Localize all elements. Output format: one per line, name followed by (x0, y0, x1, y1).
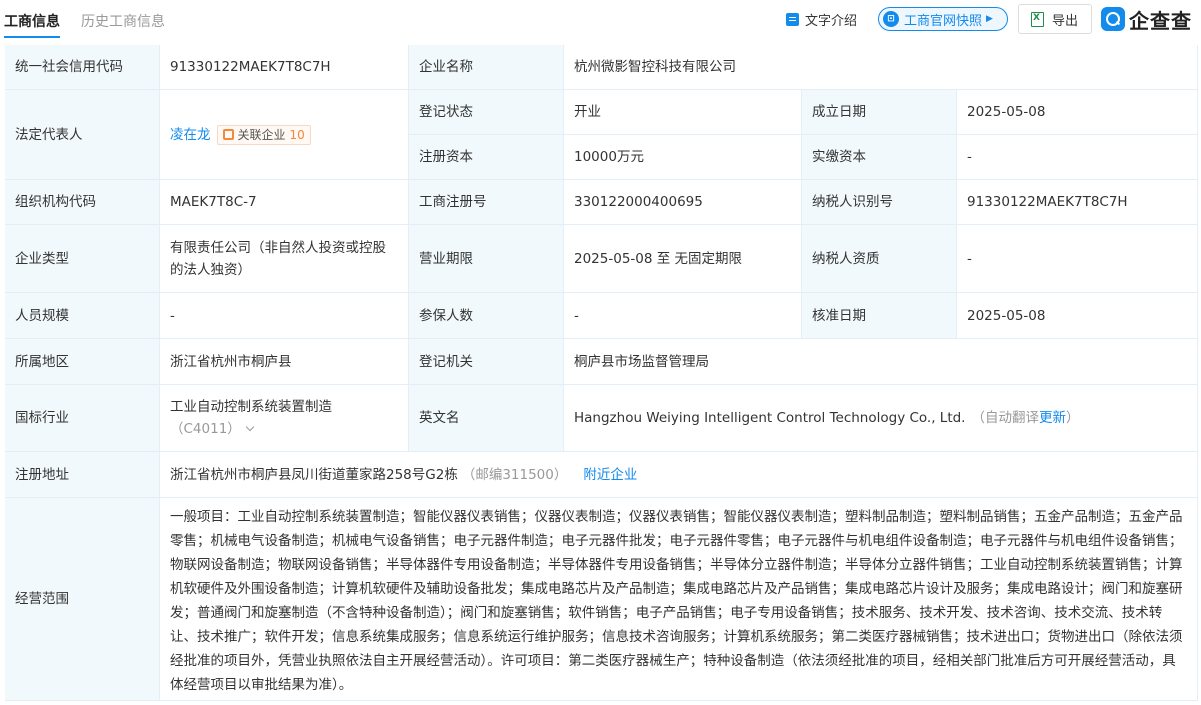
value-reg-no[interactable]: 330122000400695 (564, 180, 802, 225)
auto-translate-label: （自动翻译 (971, 410, 1039, 426)
auto-translate-note: （自动翻译更新） (971, 407, 1079, 429)
chevron-right-icon: ▶ (986, 14, 993, 24)
value-insured: - (564, 293, 802, 339)
export-button[interactable]: 导出 (1018, 4, 1092, 34)
value-org-code[interactable]: MAEK7T8C-7 (160, 180, 409, 225)
qichacha-logo-icon (1101, 7, 1125, 31)
value-reg-capital: 10000万元 (564, 135, 802, 180)
logo-text: 企查查 (1129, 8, 1192, 33)
label-org-code: 组织机构代码 (5, 180, 160, 225)
label-est-date: 成立日期 (802, 90, 957, 135)
tab-business-info[interactable]: 工商信息 (4, 11, 60, 38)
industry-code: （C4011） (170, 421, 241, 437)
value-taxpayer-qual: - (957, 225, 1198, 293)
value-credit-code[interactable]: 91330122MAEK7T8C7H (160, 45, 409, 90)
address-text[interactable]: 浙江省杭州市桐庐县凤川街道董家路258号G2栋 (170, 464, 458, 486)
related-companies-badge[interactable]: 关联企业 10 (216, 124, 311, 145)
value-region: 浙江省杭州市桐庐县 (160, 339, 409, 385)
value-staff-size: - (160, 293, 409, 339)
related-companies-icon (222, 129, 234, 140)
label-credit-code: 统一社会信用代码 (5, 45, 160, 90)
label-legal-rep: 法定代表人 (5, 90, 160, 180)
value-legal-rep: 凌在龙 关联企业 10 (160, 90, 409, 180)
label-address: 注册地址 (5, 452, 160, 498)
label-english-name: 英文名 (409, 385, 564, 452)
value-approval-date: 2025-05-08 (957, 293, 1198, 339)
english-name-text[interactable]: Hangzhou Weiying Intelligent Control Tec… (574, 407, 965, 429)
chevron-down-icon (245, 422, 255, 432)
label-insured: 参保人数 (409, 293, 564, 339)
label-reg-authority: 登记机关 (409, 339, 564, 385)
related-companies-label: 关联企业 (237, 127, 286, 142)
postcode: （邮编311500） (461, 466, 568, 483)
value-scope: 一般项目：工业自动控制系统装置制造；智能仪器仪表销售；仪器仪表制造；仪器仪表销售… (160, 498, 1198, 701)
label-company-type: 企业类型 (5, 225, 160, 293)
top-bar: 工商信息 历史工商信息 文字介绍 ⊡ 工商官网快照 ▶ 导出 企查查 (0, 0, 1201, 40)
label-scope: 经营范围 (5, 498, 160, 701)
industry-code-dropdown[interactable]: （C4011） (170, 418, 255, 440)
label-company-name: 企业名称 (409, 45, 564, 90)
value-company-type: 有限责任公司（非自然人投资或控股的法人独资） (160, 225, 409, 293)
label-paid-capital: 实缴资本 (802, 135, 957, 180)
snapshot-label: 工商官网快照 (904, 13, 983, 29)
value-est-date: 2025-05-08 (957, 90, 1198, 135)
auto-translate-close: ） (1065, 410, 1080, 426)
value-reg-authority: 桐庐县市场监督管理局 (564, 339, 1198, 385)
text-intro-label: 文字介绍 (805, 14, 858, 29)
snapshot-button[interactable]: ⊡ 工商官网快照 ▶ (878, 7, 1008, 31)
business-info-table: 统一社会信用代码 91330122MAEK7T8C7H 企业名称 杭州微影智控科… (4, 44, 1198, 701)
update-translation-link[interactable]: 更新 (1039, 410, 1066, 426)
label-reg-no: 工商注册号 (409, 180, 564, 225)
value-english-name: Hangzhou Weiying Intelligent Control Tec… (564, 385, 1198, 452)
label-region: 所属地区 (5, 339, 160, 385)
value-business-term: 2025-05-08 至 无固定期限 (564, 225, 802, 293)
label-approval-date: 核准日期 (802, 293, 957, 339)
label-taxpayer-qual: 纳税人资质 (802, 225, 957, 293)
nearby-companies-link[interactable]: 附近企业 (583, 464, 637, 486)
value-taxpayer-id[interactable]: 91330122MAEK7T8C7H (957, 180, 1198, 225)
related-companies-count: 10 (289, 127, 305, 142)
label-staff-size: 人员规模 (5, 293, 160, 339)
label-taxpayer-id: 纳税人识别号 (802, 180, 957, 225)
value-address: 浙江省杭州市桐庐县凤川街道董家路258号G2栋 （邮编311500） 附近企业 (160, 452, 1198, 498)
label-business-term: 营业期限 (409, 225, 564, 293)
document-icon (786, 13, 799, 26)
value-reg-status: 开业 (564, 90, 802, 135)
label-industry: 国标行业 (5, 385, 160, 452)
snapshot-icon: ⊡ (883, 11, 899, 27)
text-intro-button[interactable]: 文字介绍 (786, 6, 857, 33)
qichacha-logo: 企查查 (1101, 5, 1192, 33)
value-industry: 工业自动控制系统装置制造 （C4011） (160, 385, 409, 452)
label-reg-capital: 注册资本 (409, 135, 564, 180)
industry-name: 工业自动控制系统装置制造 (170, 399, 332, 415)
value-company-name[interactable]: 杭州微影智控科技有限公司 (564, 45, 1198, 90)
export-label: 导出 (1052, 13, 1079, 29)
tab-history-business-info[interactable]: 历史工商信息 (81, 11, 165, 31)
excel-icon (1031, 11, 1044, 27)
value-paid-capital: - (957, 135, 1198, 180)
legal-rep-link[interactable]: 凌在龙 (170, 124, 211, 146)
label-reg-status: 登记状态 (409, 90, 564, 135)
